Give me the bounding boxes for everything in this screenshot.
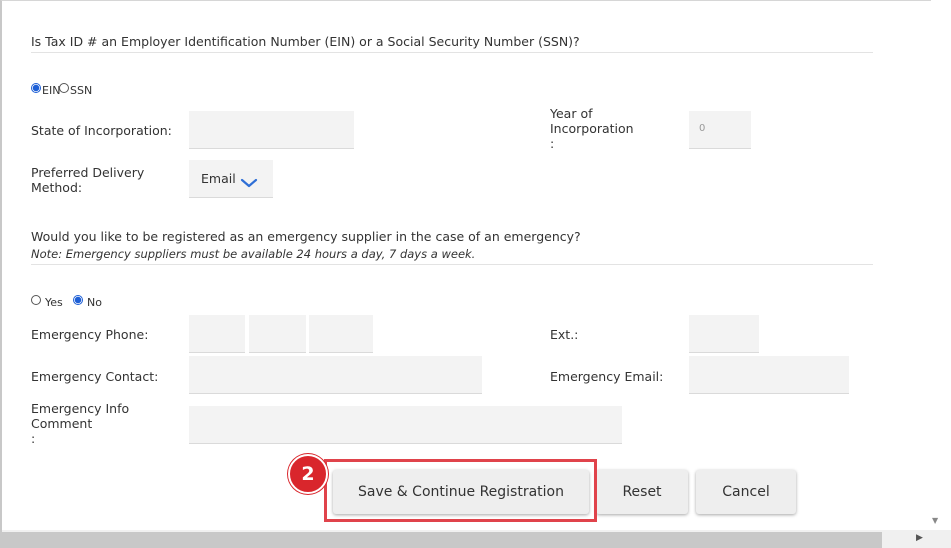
phone-line-input[interactable]: [309, 315, 373, 353]
emergency-no-radio[interactable]: [73, 295, 83, 305]
emergency-contact-input[interactable]: [189, 356, 482, 394]
divider: [31, 52, 873, 53]
ein-radio[interactable]: [31, 83, 41, 93]
ssn-label: SSN: [70, 84, 93, 97]
annotation-highlight: [324, 459, 597, 522]
year-of-incorporation-label: Year of Incorporation :: [550, 106, 634, 151]
ssn-radio[interactable]: [59, 83, 69, 93]
emergency-question: Would you like to be registered as an em…: [31, 229, 581, 244]
emergency-phone-label: Emergency Phone:: [31, 327, 149, 342]
emergency-email-input[interactable]: [689, 356, 849, 394]
delivery-label-line1: Preferred Delivery: [31, 165, 145, 180]
emergency-info-comment-input[interactable]: [189, 406, 622, 444]
delivery-method-value: Email: [201, 171, 236, 186]
cancel-button[interactable]: Cancel: [696, 470, 796, 514]
emergency-email-label: Emergency Email:: [550, 369, 664, 384]
delivery-label-line2: Method:: [31, 180, 83, 195]
preferred-delivery-label: Preferred Delivery Method:: [31, 165, 144, 195]
chevron-down-icon: [240, 178, 258, 188]
step-badge: 2: [288, 454, 328, 494]
year-label-line3: :: [550, 136, 555, 151]
ext-label: Ext.:: [550, 327, 579, 342]
scroll-right-arrow-icon[interactable]: ▶: [916, 533, 923, 543]
delivery-method-select[interactable]: Email: [189, 160, 273, 198]
emergency-yes-radio[interactable]: [31, 295, 41, 305]
year-label-line2: Incorporation: [550, 121, 634, 136]
reset-button[interactable]: Reset: [596, 470, 688, 514]
phone-ext-input[interactable]: [689, 315, 759, 353]
year-of-incorporation-value: 0: [699, 123, 706, 134]
state-of-incorporation-input[interactable]: [189, 111, 354, 149]
year-of-incorporation-input[interactable]: 0: [689, 111, 751, 149]
ein-label: EIN: [42, 84, 61, 97]
horizontal-scroll-thumb[interactable]: [2, 532, 882, 548]
phone-prefix-input[interactable]: [249, 315, 306, 353]
phone-area-code-input[interactable]: [189, 315, 245, 353]
emergency-no-label: No: [87, 296, 102, 309]
horizontal-scrollbar[interactable]: [2, 530, 951, 548]
scroll-down-arrow-icon[interactable]: ▼: [932, 516, 938, 525]
info-label-line2: Comment: [31, 416, 93, 431]
vertical-scrollbar[interactable]: [931, 0, 951, 530]
divider: [31, 264, 873, 265]
year-label-line1: Year of: [550, 106, 593, 121]
emergency-info-comment-label: Emergency Info Comment :: [31, 401, 129, 446]
emergency-note: Note: Emergency suppliers must be availa…: [31, 247, 476, 261]
info-label-line1: Emergency Info: [31, 401, 130, 416]
tax-id-question: Is Tax ID # an Employer Identification N…: [31, 34, 580, 49]
emergency-yes-label: Yes: [45, 296, 63, 309]
emergency-contact-label: Emergency Contact:: [31, 369, 159, 384]
info-label-line3: :: [31, 431, 36, 446]
state-of-incorporation-label: State of Incorporation:: [31, 123, 172, 138]
